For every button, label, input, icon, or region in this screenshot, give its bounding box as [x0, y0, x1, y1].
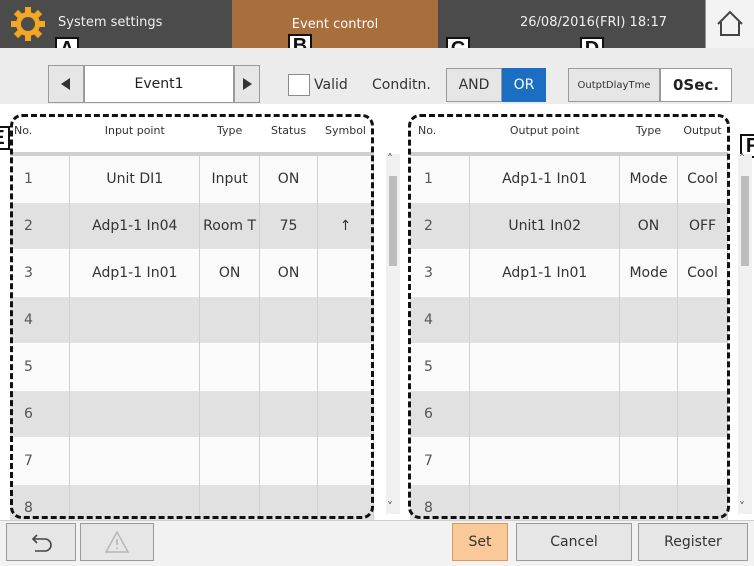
home-button[interactable]	[705, 0, 754, 48]
and-button[interactable]: AND	[446, 68, 502, 102]
warning-button[interactable]	[80, 523, 154, 561]
gear-icon	[11, 7, 45, 41]
input-table-highlight	[10, 114, 374, 519]
event-prev-button[interactable]	[48, 65, 84, 103]
output-delay-value[interactable]: 0Sec.	[660, 68, 732, 102]
scroll-down-icon[interactable]: ˅	[739, 500, 745, 514]
event-name-field[interactable]: Event1	[84, 65, 234, 103]
input-scrollbar-thumb[interactable]	[389, 176, 397, 266]
input-scrollbar[interactable]	[386, 154, 400, 514]
scroll-up-icon[interactable]: ˄	[387, 152, 393, 166]
output-delay-button[interactable]: OutptDlayTme	[568, 68, 660, 102]
warning-triangle-icon	[104, 530, 130, 553]
triangle-left-icon	[61, 78, 70, 90]
output-table-highlight	[408, 114, 730, 519]
back-button[interactable]	[6, 523, 76, 561]
valid-checkbox[interactable]	[288, 74, 310, 96]
home-icon	[717, 10, 743, 36]
datetime-display: 26/08/2016(FRI) 18:17	[520, 15, 668, 30]
set-button[interactable]: Set	[452, 523, 508, 561]
cancel-button[interactable]: Cancel	[516, 523, 632, 561]
register-button[interactable]: Register	[638, 523, 748, 561]
output-scrollbar-thumb[interactable]	[741, 176, 749, 266]
marker-e: E	[0, 126, 10, 150]
app-title: System settings	[58, 15, 163, 30]
return-arrow-icon	[31, 534, 52, 552]
screen-title-tab: Event control	[232, 0, 438, 48]
scroll-up-icon[interactable]: ˄	[739, 152, 745, 166]
condition-label: Conditn.	[372, 77, 431, 93]
scroll-down-icon[interactable]: ˅	[387, 500, 393, 514]
valid-label: Valid	[314, 77, 348, 93]
or-button[interactable]: OR	[502, 68, 546, 102]
screen-title: Event control	[291, 16, 379, 32]
output-scrollbar[interactable]	[738, 154, 752, 514]
event-next-button[interactable]	[234, 65, 260, 103]
triangle-right-icon	[243, 78, 252, 90]
